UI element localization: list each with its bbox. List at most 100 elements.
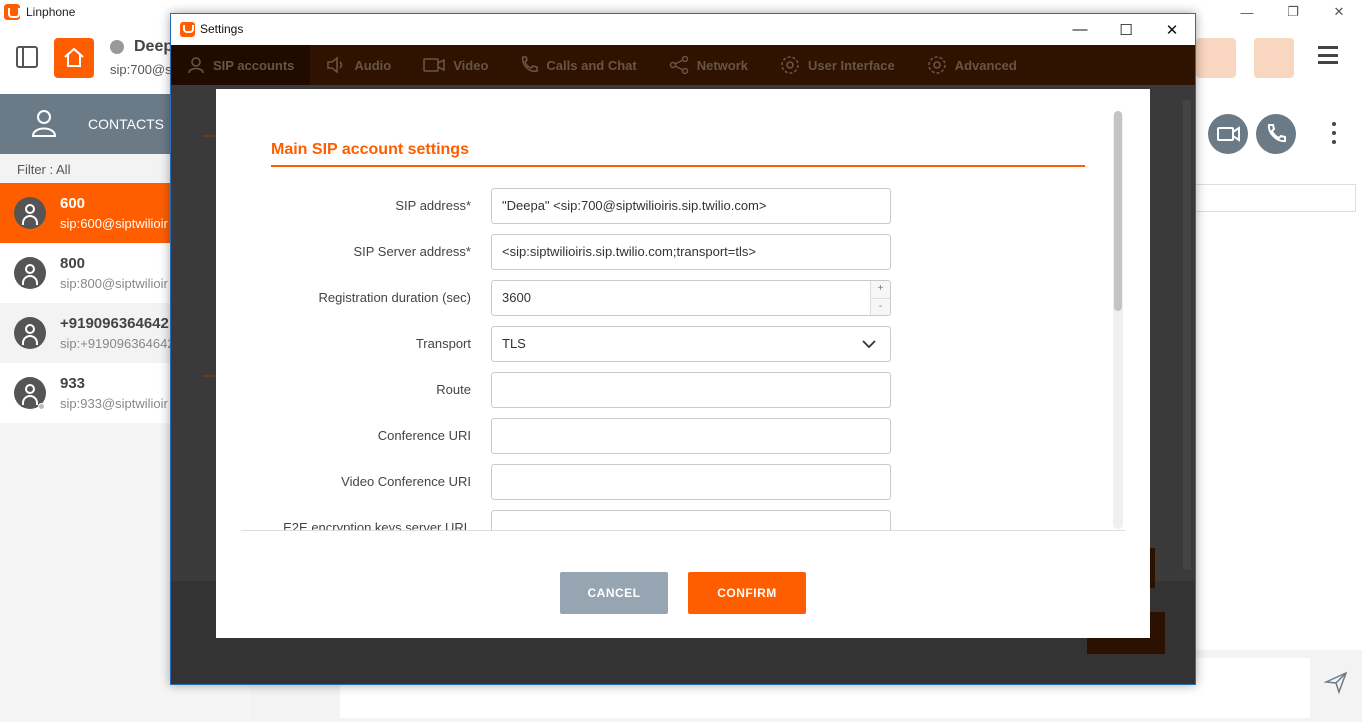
sip-address-input[interactable]: "Deepa" <sip:700@siptwilioiris.sip.twili… xyxy=(491,188,891,224)
new-group-button[interactable] xyxy=(1254,38,1294,78)
stepper-controls: + - xyxy=(870,281,890,315)
avatar xyxy=(14,257,46,289)
app-window-controls: — ❐ ✕ xyxy=(1224,0,1362,24)
contact-sip: sip:+919096364642 xyxy=(60,336,175,351)
settings-tab-bar: SIP accounts Audio Video Calls and Chat … xyxy=(171,45,1195,85)
video-conference-uri-label: Video Conference URI xyxy=(341,474,471,489)
sip-address-label: SIP address* xyxy=(395,198,471,213)
phone-icon xyxy=(522,56,539,73)
contact-name: +919096364642 xyxy=(60,315,169,332)
video-call-button[interactable] xyxy=(1208,114,1248,154)
new-conference-button[interactable] xyxy=(1196,38,1236,78)
avatar xyxy=(14,197,46,229)
app-minimize-button[interactable]: — xyxy=(1224,0,1270,24)
dialog-separator xyxy=(241,530,1125,531)
stepper-decrement-button[interactable]: - xyxy=(871,298,890,315)
sip-server-row: SIP Server address* <sip:siptwilioiris.s… xyxy=(216,234,916,270)
more-options-icon[interactable] xyxy=(1332,122,1336,144)
conference-uri-label: Conference URI xyxy=(377,428,471,443)
transport-row: Transport TLS xyxy=(216,326,916,362)
linphone-logo-icon xyxy=(4,4,20,20)
presence-dot-icon xyxy=(38,403,45,410)
video-camera-icon xyxy=(1217,126,1240,142)
settings-title: Settings xyxy=(200,22,244,36)
tab-label: Video xyxy=(453,57,489,73)
app-title: Linphone xyxy=(26,5,76,19)
gear-icon xyxy=(781,56,799,74)
settings-scrollbar[interactable] xyxy=(1183,100,1191,570)
camera-icon xyxy=(423,58,446,72)
phone-icon xyxy=(1267,124,1286,143)
route-input[interactable] xyxy=(491,372,891,408)
avatar xyxy=(14,317,46,349)
sip-server-label: SIP Server address* xyxy=(353,244,471,259)
contacts-icon xyxy=(31,110,57,137)
tab-sip-accounts[interactable]: SIP accounts xyxy=(171,45,311,85)
home-button[interactable] xyxy=(54,38,94,78)
contact-name: 800 xyxy=(60,255,86,272)
registration-stepper[interactable]: 3600 + - xyxy=(491,280,891,316)
tab-video[interactable]: Video xyxy=(407,45,504,85)
contact-name: 933 xyxy=(60,375,86,392)
settings-minimize-button[interactable]: — xyxy=(1057,14,1103,45)
speaker-icon xyxy=(327,56,343,74)
contact-sip: sip:933@siptwilioir xyxy=(60,396,168,411)
filter-label: Filter : All xyxy=(17,162,71,177)
transport-value: TLS xyxy=(502,336,526,351)
dialog-scrollbar[interactable] xyxy=(1113,111,1123,529)
registration-row: Registration duration (sec) 3600 + - xyxy=(216,280,916,316)
tab-network[interactable]: Network xyxy=(653,45,764,85)
settings-maximize-button[interactable]: ☐ xyxy=(1103,14,1149,45)
registration-value: 3600 xyxy=(502,290,531,305)
tab-audio[interactable]: Audio xyxy=(310,45,407,85)
tab-calls-and-chat[interactable]: Calls and Chat xyxy=(504,45,652,85)
dialog-heading: Main SIP account settings xyxy=(271,141,469,158)
send-icon[interactable] xyxy=(1324,670,1348,694)
stepper-increment-button[interactable]: + xyxy=(871,281,890,298)
route-row: Route xyxy=(216,372,916,408)
confirm-button[interactable]: CONFIRM xyxy=(688,572,806,614)
account-sip: sip:700@s xyxy=(110,62,172,77)
heading-underline xyxy=(271,165,1085,167)
contact-sip: sip:600@siptwilioir xyxy=(60,216,168,231)
tab-label: Audio xyxy=(354,57,392,73)
e2e-keys-server-label: E2E encryption keys server URL xyxy=(283,520,471,530)
conference-uri-row: Conference URI xyxy=(216,418,916,454)
account-status-icon[interactable] xyxy=(110,40,124,54)
video-conference-uri-input[interactable] xyxy=(491,464,891,500)
transport-label: Transport xyxy=(415,336,471,351)
tab-user-interface[interactable]: User Interface xyxy=(764,45,911,85)
tab-label: Advanced xyxy=(954,57,1017,73)
transport-select[interactable]: TLS xyxy=(491,326,891,362)
audio-call-button[interactable] xyxy=(1256,114,1296,154)
registration-label: Registration duration (sec) xyxy=(318,290,471,305)
tab-label: User Interface xyxy=(808,57,895,73)
settings-window-controls: — ☐ ✕ xyxy=(1057,14,1195,45)
app-close-button[interactable]: ✕ xyxy=(1316,0,1362,24)
conference-uri-input[interactable] xyxy=(491,418,891,454)
sip-address-row: SIP address* "Deepa" <sip:700@siptwilioi… xyxy=(216,188,916,224)
contact-name: 600 xyxy=(60,195,86,212)
video-conference-uri-row: Video Conference URI xyxy=(216,464,916,500)
chevron-down-icon xyxy=(862,340,876,349)
route-label: Route xyxy=(436,382,471,397)
tab-label: Network xyxy=(696,57,748,73)
share-icon xyxy=(669,56,688,74)
cancel-button[interactable]: CANCEL xyxy=(560,572,668,614)
sip-server-input[interactable]: <sip:siptwilioiris.sip.twilio.com;transp… xyxy=(491,234,891,270)
tab-advanced[interactable]: Advanced xyxy=(911,45,1033,85)
conversation-search-input[interactable] xyxy=(1190,184,1356,212)
hamburger-menu-icon[interactable] xyxy=(1318,46,1338,64)
e2e-keys-server-input[interactable] xyxy=(491,510,891,530)
app-restore-button[interactable]: ❐ xyxy=(1270,0,1316,24)
settings-titlebar: Settings — ☐ ✕ xyxy=(171,14,1195,45)
home-icon xyxy=(64,47,84,67)
dialog-scrollbar-thumb[interactable] xyxy=(1114,111,1122,311)
dialog-scroll-area: Main SIP account settings SIP address* "… xyxy=(216,89,1150,530)
sip-account-dialog: Main SIP account settings SIP address* "… xyxy=(216,89,1150,638)
contacts-label: CONTACTS xyxy=(88,116,164,132)
linphone-logo-icon xyxy=(180,22,195,37)
tab-label: Calls and Chat xyxy=(546,57,637,73)
sidebar-toggle-icon[interactable] xyxy=(16,46,38,68)
settings-close-button[interactable]: ✕ xyxy=(1149,14,1195,45)
